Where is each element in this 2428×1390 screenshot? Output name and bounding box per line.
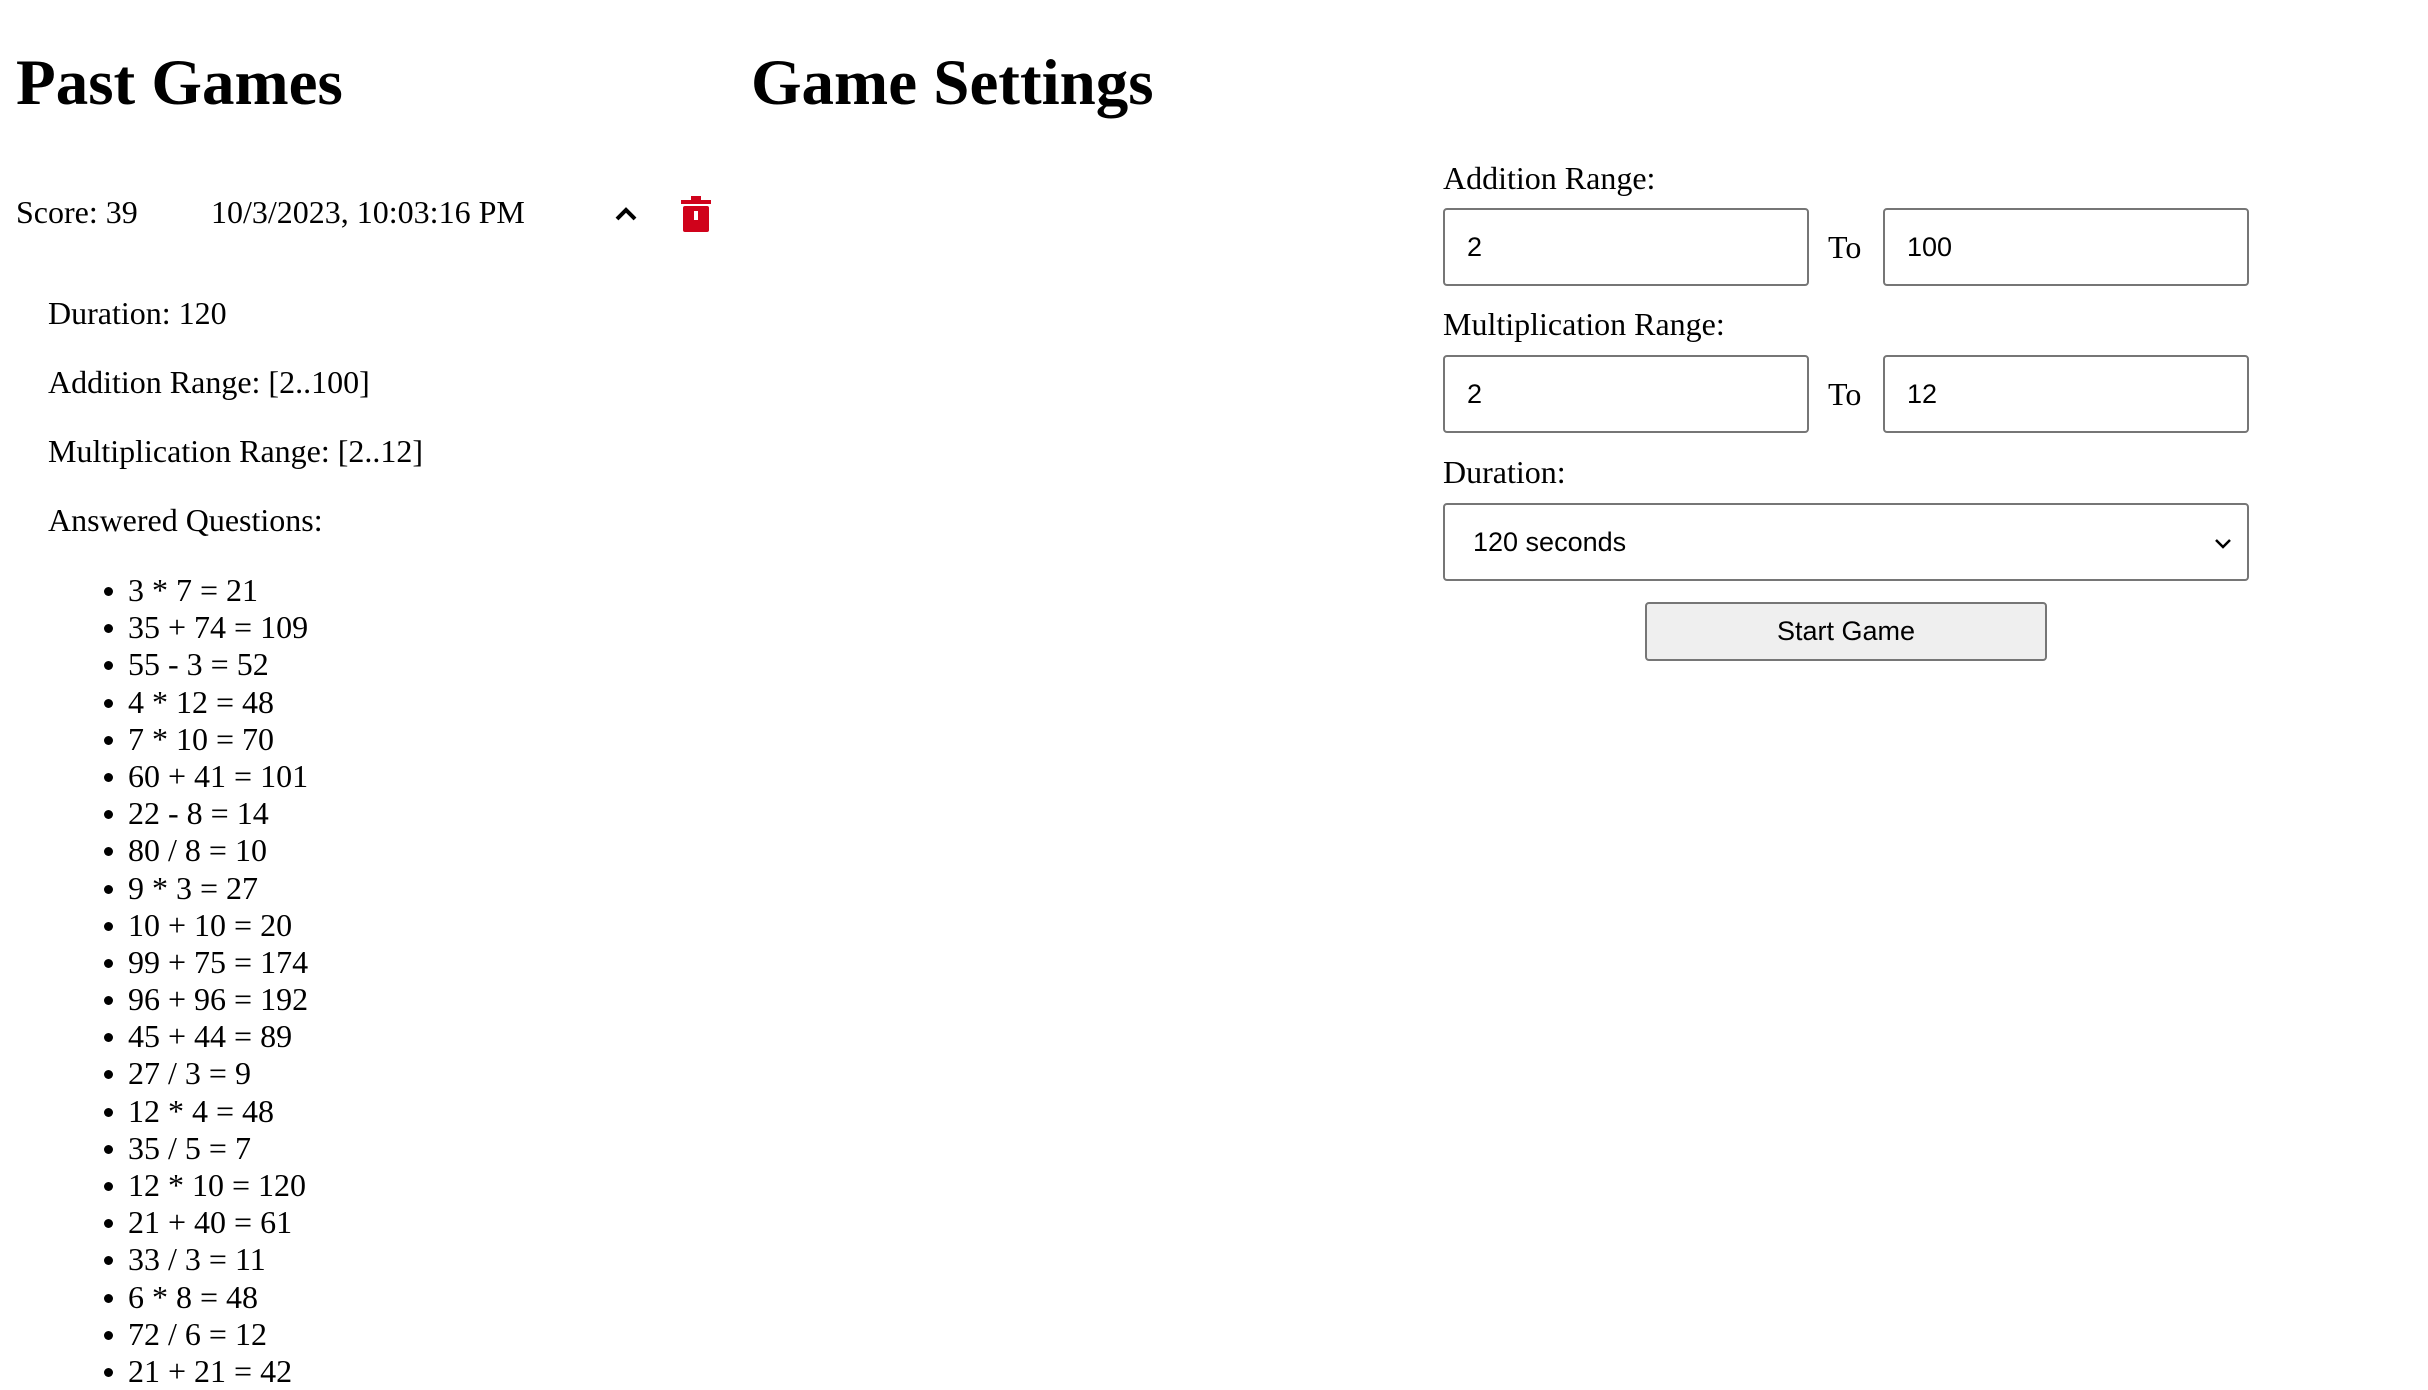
answered-questions-list: 3 * 7 = 21 35 + 74 = 109 55 - 3 = 52 4 * 12… — [103, 572, 309, 1390]
multiplication-to-input[interactable] — [1883, 355, 2249, 433]
multiplication-range-detail: Multiplication Range: [2..12] — [48, 433, 424, 469]
duration-detail: Duration: 120 — [48, 295, 227, 331]
duration-selected-value: 120 seconds — [1473, 526, 1627, 557]
trash-icon — [681, 196, 711, 232]
question-item: 27 / 3 = 9 — [103, 1055, 308, 1092]
question-item: 33 / 3 = 11 — [103, 1241, 308, 1278]
duration-select[interactable]: 120 seconds — [1443, 503, 2249, 581]
chevron-down-icon — [2215, 539, 2231, 549]
addition-range-detail: Addition Range: [2..100] — [48, 364, 370, 400]
question-item: 9 * 3 = 27 — [103, 870, 308, 907]
question-item: 55 - 3 = 52 — [103, 646, 308, 683]
delete-game-button[interactable] — [676, 192, 716, 236]
game-settings-title: Game Settings — [751, 47, 1154, 119]
question-item: 21 + 40 = 61 — [103, 1204, 308, 1241]
question-item: 72 / 6 = 12 — [103, 1316, 308, 1353]
addition-from-input[interactable] — [1443, 208, 1809, 286]
past-game-header: Score: 39 10/3/2023, 10:03:16 PM — [16, 186, 716, 238]
start-game-button[interactable]: Start Game — [1645, 602, 2047, 661]
question-item: 60 + 41 = 101 — [103, 757, 309, 794]
question-item: 22 - 8 = 14 — [103, 795, 308, 832]
question-item: 7 * 10 = 70 — [103, 721, 308, 758]
collapse-button[interactable] — [608, 196, 644, 232]
question-item: 12 * 10 = 120 — [103, 1167, 308, 1204]
question-item: 4 * 12 = 48 — [103, 684, 308, 721]
multiplication-from-input[interactable] — [1443, 355, 1809, 433]
question-item: 10 + 10 = 20 — [103, 907, 308, 944]
score-label: Score: 39 — [16, 194, 138, 230]
question-item: 3 * 7 = 21 — [103, 572, 308, 609]
multiplication-range-label: Multiplication Range: — [1443, 306, 1725, 342]
game-date: 10/3/2023, 10:03:16 PM — [211, 194, 525, 230]
answered-questions-label: Answered Questions: — [48, 502, 323, 538]
question-item: 99 + 75 = 174 — [103, 943, 309, 980]
past-games-title: Past Games — [16, 47, 343, 119]
multiplication-to-label: To — [1828, 376, 1862, 412]
duration-label: Duration: — [1443, 454, 1566, 490]
question-item: 80 / 8 = 10 — [103, 832, 308, 869]
question-item: 6 * 8 = 48 — [103, 1279, 308, 1316]
addition-to-label: To — [1828, 229, 1862, 265]
question-item: 96 + 96 = 192 — [103, 981, 309, 1018]
question-item: 12 * 4 = 48 — [103, 1093, 308, 1130]
question-item: 35 / 5 = 7 — [103, 1130, 308, 1167]
addition-range-label: Addition Range: — [1443, 160, 1656, 196]
chevron-up-icon — [615, 207, 637, 221]
question-item: 21 + 21 = 42 — [103, 1353, 308, 1390]
question-item: 45 + 44 = 89 — [103, 1018, 308, 1055]
question-item: 35 + 74 = 109 — [103, 609, 309, 646]
addition-to-input[interactable] — [1883, 208, 2249, 286]
